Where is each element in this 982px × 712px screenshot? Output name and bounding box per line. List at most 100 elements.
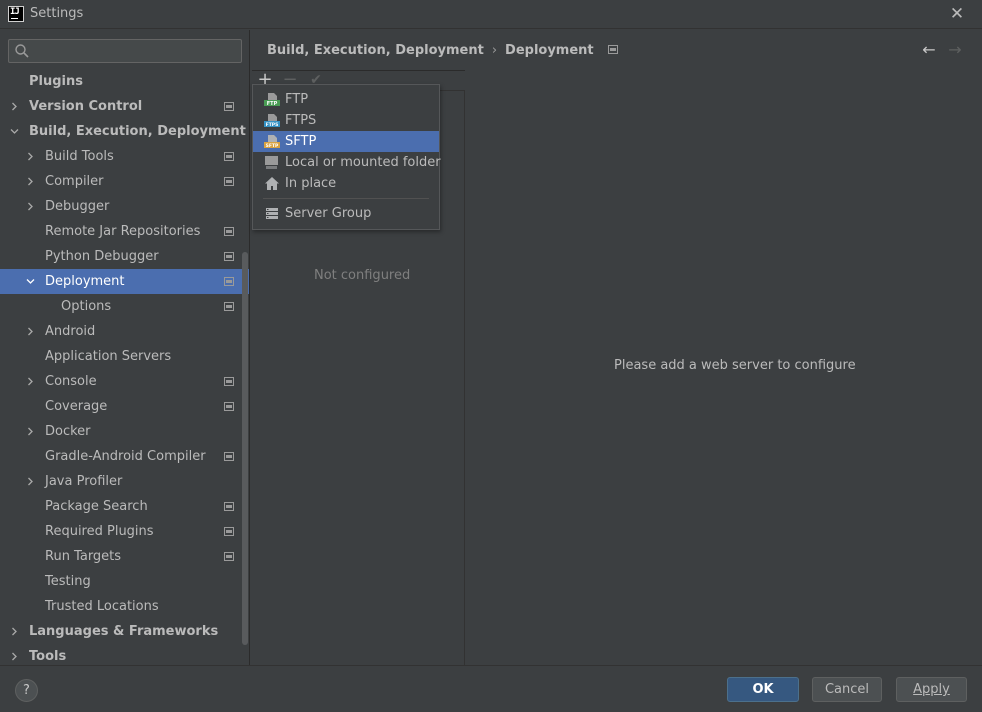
chevron-right-icon[interactable] bbox=[23, 194, 37, 219]
sidebar-item-label: Testing bbox=[45, 574, 91, 589]
svg-text:FTP: FTP bbox=[267, 101, 278, 107]
forward-arrow-icon[interactable]: → bbox=[945, 40, 965, 60]
sidebar-item-label: Android bbox=[45, 324, 96, 339]
sidebar-item-build-tools[interactable]: Build Tools bbox=[0, 144, 249, 169]
menu-item-ftp[interactable]: FTP FTP bbox=[253, 89, 439, 110]
sidebar-item-label: Docker bbox=[45, 424, 91, 439]
add-server-menu: FTP FTP FTPS FTPS SFTP SFTP Local or mou… bbox=[252, 84, 441, 230]
chevron-right-icon[interactable] bbox=[23, 369, 37, 394]
dialog-footer: ? OK Cancel Apply bbox=[0, 665, 982, 712]
chevron-right-icon[interactable] bbox=[7, 619, 21, 644]
menu-separator bbox=[263, 198, 429, 199]
sidebar-item-version-control[interactable]: Version Control bbox=[0, 94, 249, 119]
chevron-down-icon[interactable] bbox=[23, 269, 37, 294]
sidebar-item-label: Build, Execution, Deployment bbox=[29, 124, 246, 139]
project-scope-icon bbox=[224, 552, 234, 561]
server-group-icon bbox=[266, 208, 278, 219]
svg-text:FTPS: FTPS bbox=[266, 122, 279, 128]
menu-item-label: FTP bbox=[285, 92, 309, 107]
sidebar-item-label: Application Servers bbox=[45, 349, 172, 364]
sidebar-item-build-execution-deployment[interactable]: Build, Execution, Deployment bbox=[0, 119, 249, 144]
chevron-right-icon[interactable] bbox=[7, 644, 21, 665]
cancel-button[interactable]: Cancel bbox=[812, 677, 882, 702]
menu-item-label: In place bbox=[285, 176, 337, 191]
project-scope-icon bbox=[224, 377, 234, 386]
sidebar-item-options[interactable]: Options bbox=[0, 294, 249, 319]
project-scope-icon bbox=[607, 45, 618, 54]
menu-item-sftp[interactable]: SFTP SFTP bbox=[253, 131, 439, 152]
breadcrumb-current: Deployment bbox=[505, 43, 594, 58]
sidebar-item-plugins[interactable]: Plugins bbox=[0, 69, 249, 94]
sidebar-item-android[interactable]: Android bbox=[0, 319, 249, 344]
sidebar-item-label: Gradle-Android Compiler bbox=[45, 449, 206, 464]
menu-item-label: SFTP bbox=[285, 134, 317, 149]
close-icon[interactable]: ✕ bbox=[946, 4, 968, 24]
menu-item-ftps[interactable]: FTPS FTPS bbox=[253, 110, 439, 131]
chevron-down-icon[interactable] bbox=[7, 119, 21, 144]
sidebar-item-compiler[interactable]: Compiler bbox=[0, 169, 249, 194]
scrollbar[interactable] bbox=[242, 252, 248, 645]
intellij-logo-icon: IJ bbox=[8, 6, 24, 22]
sidebar-item-python-debugger[interactable]: Python Debugger bbox=[0, 244, 249, 269]
project-scope-icon bbox=[224, 452, 234, 461]
sidebar-item-label: Coverage bbox=[45, 399, 108, 414]
settings-sidebar: Plugins Version Control Build, Execution, … bbox=[0, 30, 250, 665]
sidebar-item-java-profiler[interactable]: Java Profiler bbox=[0, 469, 249, 494]
sidebar-item-label: Trusted Locations bbox=[45, 599, 159, 614]
breadcrumb-parent[interactable]: Build, Execution, Deployment bbox=[267, 43, 484, 58]
svg-text:SFTP: SFTP bbox=[266, 143, 279, 149]
sidebar-item-package-search[interactable]: Package Search bbox=[0, 494, 249, 519]
sidebar-item-coverage[interactable]: Coverage bbox=[0, 394, 249, 419]
chevron-right-icon[interactable] bbox=[23, 144, 37, 169]
back-arrow-icon[interactable]: ← bbox=[919, 40, 939, 60]
sidebar-item-languages-frameworks[interactable]: Languages & Frameworks bbox=[0, 619, 249, 644]
sidebar-item-debugger[interactable]: Debugger bbox=[0, 194, 249, 219]
sidebar-item-label: Java Profiler bbox=[45, 474, 123, 489]
breadcrumb: Build, Execution, Deployment › Deployment bbox=[267, 43, 618, 61]
sidebar-item-gradle-android-compiler[interactable]: Gradle-Android Compiler bbox=[0, 444, 249, 469]
ok-button[interactable]: OK bbox=[727, 677, 799, 702]
sidebar-item-label: Python Debugger bbox=[45, 249, 159, 264]
sidebar-item-label: Console bbox=[45, 374, 97, 389]
breadcrumb-separator: › bbox=[491, 43, 498, 58]
sidebar-item-label: Tools bbox=[29, 649, 67, 664]
sidebar-item-label: Run Targets bbox=[45, 549, 122, 564]
chevron-right-icon[interactable] bbox=[23, 319, 37, 344]
apply-button[interactable]: Apply bbox=[896, 677, 967, 702]
sidebar-item-label: Deployment bbox=[45, 274, 125, 289]
sidebar-item-application-servers[interactable]: Application Servers bbox=[0, 344, 249, 369]
project-scope-icon bbox=[224, 502, 234, 511]
sftp-icon: SFTP bbox=[264, 135, 280, 149]
search-field[interactable] bbox=[8, 39, 242, 63]
search-icon bbox=[15, 44, 29, 58]
sidebar-item-deployment[interactable]: Deployment bbox=[0, 269, 249, 294]
sidebar-item-required-plugins[interactable]: Required Plugins bbox=[0, 519, 249, 544]
menu-item-in-place[interactable]: In place bbox=[253, 173, 439, 194]
help-button[interactable]: ? bbox=[15, 679, 38, 702]
project-scope-icon bbox=[224, 527, 234, 536]
chevron-right-icon[interactable] bbox=[23, 419, 37, 444]
menu-item-server-group[interactable]: Server Group bbox=[253, 203, 439, 224]
chevron-right-icon[interactable] bbox=[23, 169, 37, 194]
sidebar-item-tools[interactable]: Tools bbox=[0, 644, 249, 665]
empty-config-message: Please add a web server to configure bbox=[614, 358, 856, 373]
menu-item-local-folder[interactable]: Local or mounted folder bbox=[253, 152, 441, 173]
sidebar-item-label: Required Plugins bbox=[45, 524, 154, 539]
sidebar-item-label: Plugins bbox=[29, 74, 83, 89]
project-scope-icon bbox=[224, 227, 234, 236]
sidebar-item-console[interactable]: Console bbox=[0, 369, 249, 394]
sidebar-item-testing[interactable]: Testing bbox=[0, 569, 249, 594]
sidebar-item-trusted-locations[interactable]: Trusted Locations bbox=[0, 594, 249, 619]
ftp-icon: FTP bbox=[264, 93, 280, 107]
menu-item-label: Server Group bbox=[285, 206, 372, 221]
sidebar-item-label: Build Tools bbox=[45, 149, 114, 164]
sidebar-item-docker[interactable]: Docker bbox=[0, 419, 249, 444]
project-scope-icon bbox=[224, 177, 234, 186]
project-scope-icon bbox=[224, 402, 234, 411]
sidebar-item-run-targets[interactable]: Run Targets bbox=[0, 544, 249, 569]
sidebar-item-remote-jar-repositories[interactable]: Remote Jar Repositories bbox=[0, 219, 249, 244]
ftps-icon: FTPS bbox=[264, 114, 280, 128]
chevron-right-icon[interactable] bbox=[7, 94, 21, 119]
chevron-right-icon[interactable] bbox=[23, 469, 37, 494]
search-input[interactable] bbox=[33, 42, 233, 60]
